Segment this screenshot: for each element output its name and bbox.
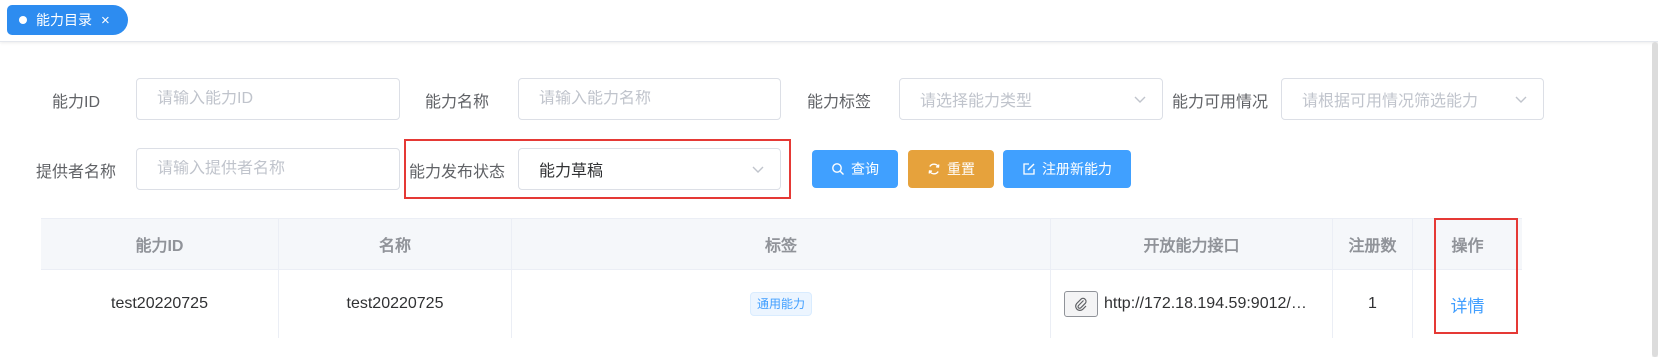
tab-ability-catalog[interactable]: 能力目录 × [7,5,128,35]
chevron-down-icon [1134,96,1146,103]
close-icon[interactable]: × [101,13,110,28]
search-button[interactable]: 查询 [812,150,898,188]
vertical-scrollbar[interactable] [1652,42,1658,357]
row-api-cell: http://172.18.194.59:9012/… [1051,270,1333,338]
row-name: test20220725 [279,270,512,338]
availability-label: 能力可用情况 [1172,94,1269,111]
tab-label: 能力目录 [36,12,92,28]
tab-bar: 能力目录 × [0,0,1658,42]
publish-status-label: 能力发布状态 [409,164,506,181]
row-id: test20220725 [41,270,279,338]
availability-placeholder: 请根据可用情况筛选能力 [1302,93,1479,110]
column-header-tag: 标签 [512,219,1051,269]
paperclip-icon [1075,297,1087,311]
column-header-id: 能力ID [41,219,279,269]
chevron-down-icon [1515,96,1527,103]
ability-id-label: 能力ID [52,94,101,111]
tag-badge: 通用能力 [749,292,812,316]
column-header-count: 注册数 [1333,219,1413,269]
active-dot-icon [19,16,27,24]
reset-button[interactable]: 重置 [908,150,994,188]
provider-label: 提供者名称 [36,164,117,181]
ability-id-input[interactable] [157,90,399,108]
row-tag-cell: 通用能力 [512,270,1051,338]
provider-input[interactable] [157,160,399,178]
provider-field[interactable] [136,148,400,190]
publish-status-select[interactable]: 能力草稿 [518,148,781,190]
scrollbar-thumb[interactable] [1652,42,1658,357]
search-button-label: 查询 [851,161,879,177]
row-count: 1 [1333,270,1413,338]
copy-link-button[interactable] [1064,291,1098,317]
table-header: 能力ID 名称 标签 开放能力接口 注册数 操作 [41,218,1522,270]
ability-name-label: 能力名称 [425,94,490,111]
api-url: http://172.18.194.59:9012/… [1104,295,1307,312]
ability-tag-select[interactable]: 请选择能力类型 [899,78,1163,120]
edit-icon [1023,163,1035,175]
column-header-name: 名称 [279,219,512,269]
action-column-highlight [1434,218,1518,334]
register-button-label: 注册新能力 [1042,161,1112,177]
refresh-icon [928,163,940,175]
ability-tag-placeholder: 请选择能力类型 [920,93,1033,110]
search-icon [832,163,844,175]
availability-select[interactable]: 请根据可用情况筛选能力 [1281,78,1544,120]
table-row: test20220725 test20220725 通用能力 http://17… [41,270,1522,338]
ability-name-input[interactable] [539,90,780,108]
column-header-api: 开放能力接口 [1051,219,1333,269]
ability-id-field[interactable] [136,78,400,120]
publish-status-value: 能力草稿 [539,163,604,180]
register-button[interactable]: 注册新能力 [1003,150,1131,188]
reset-button-label: 重置 [947,161,975,177]
ability-tag-label: 能力标签 [807,94,872,111]
ability-name-field[interactable] [518,78,781,120]
chevron-down-icon [752,166,764,173]
